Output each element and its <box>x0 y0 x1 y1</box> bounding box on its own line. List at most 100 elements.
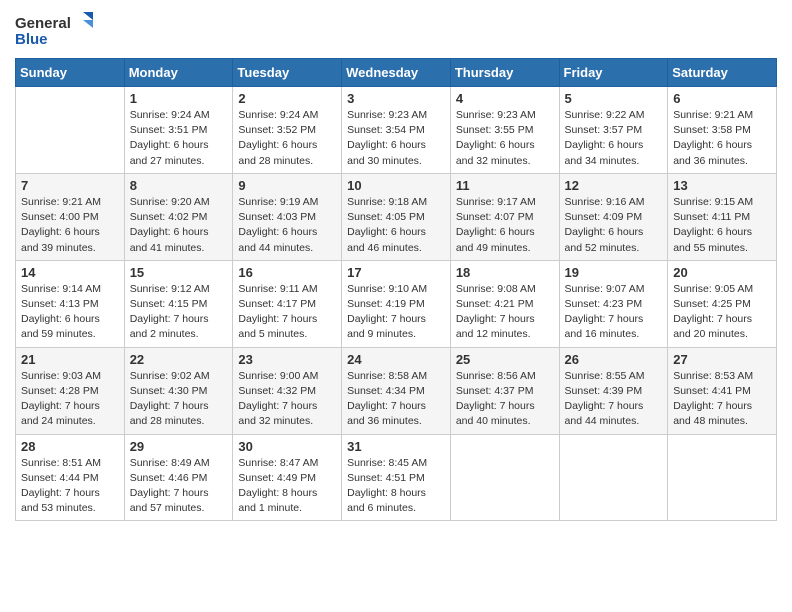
day-number: 29 <box>130 439 228 454</box>
svg-text:General: General <box>15 15 71 32</box>
weekday-header-row: SundayMondayTuesdayWednesdayThursdayFrid… <box>16 59 777 87</box>
day-info: Sunrise: 9:24 AMSunset: 3:51 PMDaylight:… <box>130 108 228 169</box>
logo-svg: General Blue <box>15 10 95 50</box>
calendar-week-row: 28 Sunrise: 8:51 AMSunset: 4:44 PMDayligh… <box>16 434 777 521</box>
day-number: 13 <box>673 178 771 193</box>
calendar-day-cell <box>450 434 559 521</box>
calendar-day-cell: 22 Sunrise: 9:02 AMSunset: 4:30 PMDayligh… <box>124 347 233 434</box>
calendar-day-cell: 19 Sunrise: 9:07 AMSunset: 4:23 PMDayligh… <box>559 260 668 347</box>
day-info: Sunrise: 9:00 AMSunset: 4:32 PMDaylight:… <box>238 369 336 430</box>
day-info: Sunrise: 9:15 AMSunset: 4:11 PMDaylight:… <box>673 195 771 256</box>
calendar-day-cell: 24Sunrise: 8:58 AMSunset: 4:34 PMDayligh… <box>342 347 451 434</box>
day-number: 26 <box>565 352 663 367</box>
calendar-day-cell: 1 Sunrise: 9:24 AMSunset: 3:51 PMDaylight… <box>124 87 233 174</box>
page-header: General Blue <box>15 10 777 50</box>
calendar-week-row: 21Sunrise: 9:03 AMSunset: 4:28 PMDayligh… <box>16 347 777 434</box>
calendar-day-cell: 15 Sunrise: 9:12 AMSunset: 4:15 PMDayligh… <box>124 260 233 347</box>
calendar-day-cell: 2 Sunrise: 9:24 AMSunset: 3:52 PMDaylight… <box>233 87 342 174</box>
day-number: 19 <box>565 265 663 280</box>
day-number: 12 <box>565 178 663 193</box>
day-info: Sunrise: 9:10 AMSunset: 4:19 PMDaylight:… <box>347 282 445 343</box>
day-number: 1 <box>130 91 228 106</box>
day-number: 22 <box>130 352 228 367</box>
day-info: Sunrise: 9:21 AMSunset: 3:58 PMDaylight:… <box>673 108 771 169</box>
calendar-day-cell: 29 Sunrise: 8:49 AMSunset: 4:46 PMDayligh… <box>124 434 233 521</box>
calendar-day-cell: 23Sunrise: 9:00 AMSunset: 4:32 PMDayligh… <box>233 347 342 434</box>
calendar-day-cell: 3Sunrise: 9:23 AMSunset: 3:54 PMDaylight… <box>342 87 451 174</box>
calendar-day-cell <box>559 434 668 521</box>
calendar-day-cell: 28 Sunrise: 8:51 AMSunset: 4:44 PMDayligh… <box>16 434 125 521</box>
day-number: 21 <box>21 352 119 367</box>
day-info: Sunrise: 8:51 AMSunset: 4:44 PMDaylight:… <box>21 456 119 517</box>
calendar-day-cell <box>16 87 125 174</box>
weekday-header-cell: Sunday <box>16 59 125 87</box>
day-info: Sunrise: 9:05 AMSunset: 4:25 PMDaylight:… <box>673 282 771 343</box>
day-number: 8 <box>130 178 228 193</box>
day-info: Sunrise: 8:49 AMSunset: 4:46 PMDaylight:… <box>130 456 228 517</box>
day-info: Sunrise: 9:02 AMSunset: 4:30 PMDaylight:… <box>130 369 228 430</box>
day-number: 31 <box>347 439 445 454</box>
day-info: Sunrise: 8:56 AMSunset: 4:37 PMDaylight:… <box>456 369 554 430</box>
day-number: 28 <box>21 439 119 454</box>
day-number: 10 <box>347 178 445 193</box>
day-number: 30 <box>238 439 336 454</box>
day-info: Sunrise: 8:45 AMSunset: 4:51 PMDaylight:… <box>347 456 445 517</box>
calendar-day-cell <box>668 434 777 521</box>
day-info: Sunrise: 9:24 AMSunset: 3:52 PMDaylight:… <box>238 108 336 169</box>
calendar-day-cell: 17 Sunrise: 9:10 AMSunset: 4:19 PMDayligh… <box>342 260 451 347</box>
calendar-day-cell: 31 Sunrise: 8:45 AMSunset: 4:51 PMDayligh… <box>342 434 451 521</box>
day-number: 4 <box>456 91 554 106</box>
calendar-day-cell: 5 Sunrise: 9:22 AMSunset: 3:57 PMDaylight… <box>559 87 668 174</box>
day-info: Sunrise: 8:53 AMSunset: 4:41 PMDaylight:… <box>673 369 771 430</box>
calendar-day-cell: 21Sunrise: 9:03 AMSunset: 4:28 PMDayligh… <box>16 347 125 434</box>
day-number: 18 <box>456 265 554 280</box>
calendar-day-cell: 6 Sunrise: 9:21 AMSunset: 3:58 PMDaylight… <box>668 87 777 174</box>
calendar-week-row: 1 Sunrise: 9:24 AMSunset: 3:51 PMDaylight… <box>16 87 777 174</box>
day-number: 25 <box>456 352 554 367</box>
calendar-day-cell: 25 Sunrise: 8:56 AMSunset: 4:37 PMDayligh… <box>450 347 559 434</box>
weekday-header-cell: Wednesday <box>342 59 451 87</box>
day-number: 3 <box>347 91 445 106</box>
day-info: Sunrise: 9:07 AMSunset: 4:23 PMDaylight:… <box>565 282 663 343</box>
day-info: Sunrise: 8:58 AMSunset: 4:34 PMDaylight:… <box>347 369 445 430</box>
calendar-table: SundayMondayTuesdayWednesdayThursdayFrid… <box>15 58 777 521</box>
day-info: Sunrise: 8:55 AMSunset: 4:39 PMDaylight:… <box>565 369 663 430</box>
calendar-day-cell: 11 Sunrise: 9:17 AMSunset: 4:07 PMDayligh… <box>450 173 559 260</box>
day-number: 16 <box>238 265 336 280</box>
day-info: Sunrise: 8:47 AMSunset: 4:49 PMDaylight:… <box>238 456 336 517</box>
day-info: Sunrise: 9:11 AMSunset: 4:17 PMDaylight:… <box>238 282 336 343</box>
calendar-day-cell: 12 Sunrise: 9:16 AMSunset: 4:09 PMDayligh… <box>559 173 668 260</box>
day-number: 15 <box>130 265 228 280</box>
calendar-day-cell: 9Sunrise: 9:19 AMSunset: 4:03 PMDaylight… <box>233 173 342 260</box>
calendar-day-cell: 20 Sunrise: 9:05 AMSunset: 4:25 PMDayligh… <box>668 260 777 347</box>
day-number: 20 <box>673 265 771 280</box>
weekday-header-cell: Thursday <box>450 59 559 87</box>
day-info: Sunrise: 9:20 AMSunset: 4:02 PMDaylight:… <box>130 195 228 256</box>
day-info: Sunrise: 9:22 AMSunset: 3:57 PMDaylight:… <box>565 108 663 169</box>
weekday-header-cell: Friday <box>559 59 668 87</box>
calendar-day-cell: 4 Sunrise: 9:23 AMSunset: 3:55 PMDaylight… <box>450 87 559 174</box>
day-info: Sunrise: 9:23 AMSunset: 3:55 PMDaylight:… <box>456 108 554 169</box>
weekday-header-cell: Saturday <box>668 59 777 87</box>
day-info: Sunrise: 9:17 AMSunset: 4:07 PMDaylight:… <box>456 195 554 256</box>
day-info: Sunrise: 9:18 AMSunset: 4:05 PMDaylight:… <box>347 195 445 256</box>
day-number: 6 <box>673 91 771 106</box>
day-info: Sunrise: 9:16 AMSunset: 4:09 PMDaylight:… <box>565 195 663 256</box>
day-info: Sunrise: 9:19 AMSunset: 4:03 PMDaylight:… <box>238 195 336 256</box>
day-number: 2 <box>238 91 336 106</box>
day-info: Sunrise: 9:08 AMSunset: 4:21 PMDaylight:… <box>456 282 554 343</box>
calendar-body: 1 Sunrise: 9:24 AMSunset: 3:51 PMDaylight… <box>16 87 777 521</box>
weekday-header-cell: Tuesday <box>233 59 342 87</box>
day-info: Sunrise: 9:12 AMSunset: 4:15 PMDaylight:… <box>130 282 228 343</box>
logo: General Blue <box>15 10 95 50</box>
day-info: Sunrise: 9:14 AMSunset: 4:13 PMDaylight:… <box>21 282 119 343</box>
day-number: 5 <box>565 91 663 106</box>
day-number: 27 <box>673 352 771 367</box>
calendar-day-cell: 13 Sunrise: 9:15 AMSunset: 4:11 PMDayligh… <box>668 173 777 260</box>
day-number: 7 <box>21 178 119 193</box>
day-number: 11 <box>456 178 554 193</box>
calendar-day-cell: 30 Sunrise: 8:47 AMSunset: 4:49 PMDayligh… <box>233 434 342 521</box>
calendar-week-row: 14Sunrise: 9:14 AMSunset: 4:13 PMDayligh… <box>16 260 777 347</box>
svg-text:Blue: Blue <box>15 31 48 48</box>
day-number: 17 <box>347 265 445 280</box>
